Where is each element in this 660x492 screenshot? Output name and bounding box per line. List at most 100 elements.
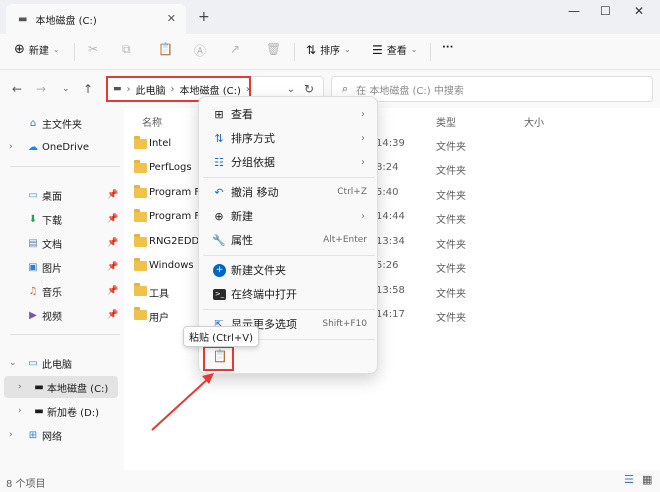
sidebar-item-home[interactable]: ⌂ 主文件夹 [0,112,124,134]
chevron-down-icon: ⌄ [52,45,60,54]
file-name: 工具 [149,289,169,300]
pin-icon[interactable]: 📌 [107,262,118,272]
toolbar-divider [430,43,431,61]
menu-item-properties[interactable]: 🔧 属性 Alt+Enter [203,229,375,251]
sidebar-divider [10,334,120,335]
file-modified: 14:44 [376,211,405,222]
expand-chevron-icon[interactable]: › [9,430,13,440]
grid-icon: ⊞ [214,107,224,121]
sidebar-item-label: 桌面 [42,191,62,203]
folder-icon [134,258,147,271]
sidebar-item-volume-d[interactable]: › ▬ 新加卷 (D:) [0,400,124,422]
share-icon: ↗ [230,42,241,56]
cut-button[interactable]: ✂ [88,42,98,56]
paste-button[interactable]: 📋 [158,42,173,56]
sidebar-item-pictures[interactable]: ▣ 图片 📌 [0,256,124,278]
sidebar-item-desktop[interactable]: ▭ 桌面 📌 [0,184,124,206]
picture-icon: ▣ [28,261,38,273]
menu-item-group[interactable]: ☷ 分组依据 › [203,151,375,173]
tab-title: 本地磁盘 (C:) [35,15,97,27]
menu-item-view[interactable]: ⊞ 查看 › [203,103,375,125]
new-tab-button[interactable]: + [198,9,210,25]
file-type: 文件夹 [436,313,466,324]
close-window-button[interactable]: ✕ [634,4,644,18]
menu-item-new-folder[interactable]: + 新建文件夹 [203,259,375,281]
chevron-right-icon: › [361,210,365,222]
sidebar-item-videos[interactable]: ▶ 视频 📌 [0,304,124,326]
drive-icon: ▬ [18,13,28,25]
pin-icon[interactable]: 📌 [107,190,118,200]
file-name: Intel [149,138,172,149]
plus-icon: ⊕ [14,42,25,57]
up-arrow-icon[interactable]: ↑ [83,82,93,96]
menu-item-sort[interactable]: ⇅ 排序方式 › [203,127,375,149]
sort-button[interactable]: ⇅ 排序 ⌄ [306,42,351,58]
sidebar-item-onedrive[interactable]: › ☁ OneDrive [0,136,124,158]
details-view-icon[interactable]: ☰ [624,473,634,486]
sidebar-item-music[interactable]: ♫ 音乐 📌 [0,280,124,302]
expand-chevron-icon[interactable]: › [18,382,22,392]
tab-local-disk[interactable]: ▬ 本地磁盘 (C:) ✕ [6,4,186,34]
address-dropdown-icon[interactable]: ⌄ [287,84,295,95]
sidebar-item-documents[interactable]: ▤ 文档 📌 [0,232,124,254]
folder-icon [134,136,147,149]
view-button[interactable]: ☰ 查看 ⌄ [372,42,417,58]
menu-item-label: 属性 [231,234,253,247]
plus-circle-icon: ⊕ [214,209,224,223]
menu-item-new[interactable]: ⊕ 新建 › [203,205,375,227]
collapse-chevron-icon[interactable]: ⌄ [9,358,17,368]
more-button[interactable]: ··· [442,42,453,53]
column-header-type[interactable]: 类型 [436,114,456,129]
sidebar-item-local-disk-c[interactable]: › ▬ 本地磁盘 (C:) [4,376,118,398]
expand-chevron-icon[interactable]: › [18,406,22,416]
command-bar: ⊕ 新建 ⌄ ✂ ⧉ 📋 Ⓐ ↗ 🗑 ⇅ 排序 ⌄ ☰ 查看 ⌄ ··· [0,34,660,70]
sidebar-item-this-pc[interactable]: ⌄ ▭ 此电脑 [0,352,124,374]
pin-icon[interactable]: 📌 [107,310,118,320]
file-name: RNG2EDD [149,236,200,247]
new-button[interactable]: ⊕ 新建 ⌄ [14,42,60,57]
close-tab-icon[interactable]: ✕ [167,12,176,25]
pin-icon[interactable]: 📌 [107,214,118,224]
column-header-name[interactable]: 名称 [142,114,162,129]
file-type: 文件夹 [436,240,466,251]
file-name: Windows [149,260,194,271]
forward-arrow-icon[interactable]: → [36,82,46,96]
copy-button[interactable]: ⧉ [122,42,131,57]
pin-icon[interactable]: 📌 [107,238,118,248]
menu-divider [203,255,375,256]
drive-icon: ▬ [34,405,44,417]
file-type: 文件夹 [436,191,466,202]
scissors-icon: ✂ [88,42,99,56]
folder-icon [134,307,147,320]
pin-icon[interactable]: 📌 [107,286,118,296]
sidebar-item-network[interactable]: › ⊞ 网络 [0,424,124,446]
recent-chevron-icon[interactable]: ⌄ [62,84,70,94]
rename-button[interactable]: Ⓐ [194,42,206,59]
folder-icon [134,283,147,296]
sidebar-item-label: 新加卷 (D:) [47,407,100,419]
refresh-icon[interactable]: ↻ [304,82,314,96]
menu-item-undo[interactable]: ↶ 撤消 移动 Ctrl+Z [203,181,375,203]
expand-chevron-icon[interactable]: › [9,142,13,152]
share-button[interactable]: ↗ [230,42,240,56]
delete-button[interactable]: 🗑 [266,42,281,56]
menu-item-label: 查看 [231,108,253,121]
maximize-button[interactable]: ☐ [600,4,611,18]
search-input[interactable]: ⌕ 在 本地磁盘 (C:) 中搜索 [331,76,653,102]
sidebar-divider [10,166,120,167]
column-header-size[interactable]: 大小 [524,114,544,129]
file-type: 文件夹 [436,215,466,226]
wrench-icon: 🔧 [212,233,226,247]
tiles-view-icon[interactable]: ▦ [642,473,652,486]
menu-divider [203,177,375,178]
back-arrow-icon[interactable]: ← [12,82,22,96]
toolbar-divider [294,43,295,61]
sidebar-item-downloads[interactable]: ⬇ 下载 📌 [0,208,124,230]
sidebar-item-label: 视频 [42,311,62,323]
menu-item-open-terminal[interactable]: >_ 在终端中打开 [203,283,375,305]
file-type: 文件夹 [436,264,466,275]
group-icon: ☷ [214,155,224,169]
minimize-button[interactable]: — [568,4,580,18]
folder-icon [134,185,147,198]
sidebar-item-label: 下载 [42,215,62,227]
